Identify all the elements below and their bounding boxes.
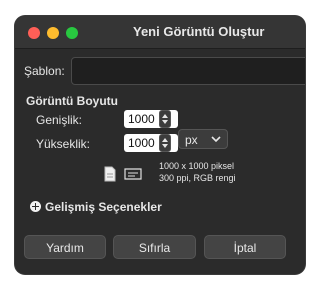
close-window-button[interactable]: [28, 27, 40, 39]
unit-dropdown[interactable]: px: [178, 129, 228, 149]
image-size-heading: Görüntü Boyutu: [26, 94, 118, 108]
portrait-orientation-icon[interactable]: [104, 166, 116, 182]
cancel-button[interactable]: İptal: [204, 235, 286, 259]
increment-icon: [162, 114, 168, 118]
plus-circle-icon[interactable]: [30, 201, 41, 212]
width-label: Genişlik:: [36, 113, 83, 127]
size-info-pixels: 1000 x 1000 piksel: [159, 161, 235, 171]
titlebar: Yeni Görüntü Oluştur: [15, 16, 305, 49]
new-image-dialog: Yeni Görüntü Oluştur Şablon: Görüntü Boy…: [15, 16, 305, 274]
increment-icon: [162, 138, 168, 142]
window-title: Yeni Görüntü Oluştur: [133, 24, 265, 39]
size-info-resolution: 300 ppi, RGB rengi: [159, 173, 236, 183]
reset-button[interactable]: Sıfırla: [113, 235, 196, 259]
advanced-options-toggle[interactable]: Gelişmiş Seçenekler: [45, 200, 162, 214]
chevron-down-icon: [211, 136, 221, 143]
template-combo[interactable]: [71, 57, 305, 85]
template-label: Şablon:: [24, 64, 65, 78]
unit-value: px: [185, 133, 198, 147]
landscape-orientation-icon[interactable]: [124, 168, 142, 180]
decrement-icon: [162, 120, 168, 124]
help-button[interactable]: Yardım: [24, 235, 106, 259]
decrement-icon: [162, 144, 168, 148]
minimize-window-button[interactable]: [47, 27, 59, 39]
maximize-window-button[interactable]: [66, 27, 78, 39]
height-stepper[interactable]: [159, 134, 171, 152]
width-stepper[interactable]: [159, 110, 171, 128]
height-label: Yükseklik:: [36, 137, 91, 151]
